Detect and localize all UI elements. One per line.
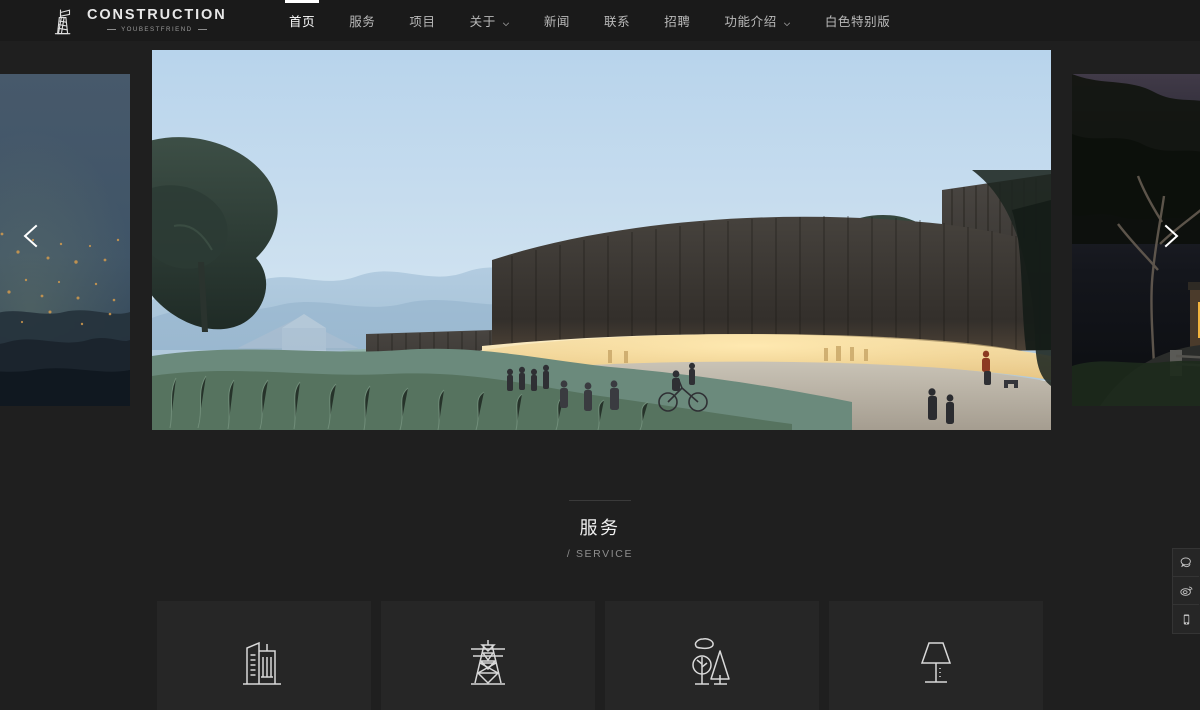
nav-item-home[interactable]: 首页 [272,0,332,41]
logo-tagline: YOUBESTFRIEND [121,25,193,33]
site-header: CONSTRUCTION YOUBESTFRIEND 首页 服务 项目 关于 新… [0,0,1200,41]
dock-weibo-button[interactable] [1173,577,1199,605]
nav-label: 功能介绍 [724,15,777,29]
nav-label: 首页 [289,15,316,29]
dock-chat-button[interactable] [1173,549,1199,577]
nav-item-recruitment[interactable]: 招聘 [647,0,707,41]
weibo-icon [1179,586,1192,596]
service-card-list [157,601,1043,710]
nav-label: 新闻 [543,15,571,29]
chevron-down-icon [783,17,791,26]
main-navigation: 首页 服务 项目 关于 新闻 联系 招聘 功能介绍 白色特别版 [272,0,907,41]
service-card-landscape[interactable] [605,601,819,710]
mobile-phone-icon [1183,614,1189,624]
nav-item-projects[interactable]: 项目 [392,0,452,41]
nav-item-features[interactable]: 功能介绍 [707,0,807,41]
service-section-header: 服务 / SERVICE [0,430,1200,560]
nav-label: 关于 [469,15,496,29]
nav-item-news[interactable]: 新闻 [527,0,587,41]
service-section: 服务 / SERVICE [0,430,1200,710]
building-icon [233,631,295,693]
carousel-slide-current[interactable] [152,50,1051,430]
hero-carousel [0,41,1200,430]
dock-mobile-button[interactable] [1173,605,1199,633]
nav-label: 项目 [409,15,436,29]
chevron-left-icon [23,224,38,247]
nav-item-services[interactable]: 服务 [332,0,392,41]
chevron-right-icon [1164,224,1179,247]
logo-tagline-row: YOUBESTFRIEND [87,26,227,34]
chevron-down-icon [502,17,510,26]
logo-title: CONSTRUCTION [87,6,227,23]
table-lamp-icon [905,631,967,693]
site-logo[interactable]: CONSTRUCTION YOUBESTFRIEND [52,5,225,37]
carousel-next-button[interactable] [1151,216,1191,256]
lighthouse-icon [52,5,78,37]
chat-bubble-icon [1180,557,1191,568]
nav-item-about[interactable]: 关于 [453,0,527,41]
carousel-prev-button[interactable] [11,216,51,256]
nav-label: 白色特别版 [824,15,891,29]
section-subtitle: / SERVICE [566,548,634,560]
nav-item-contact[interactable]: 联系 [587,0,647,41]
logo-dash-left [107,29,117,30]
logo-dash-right [197,29,207,30]
nav-label: 服务 [349,15,376,29]
nav-item-white-edition[interactable]: 白色特别版 [808,0,908,41]
service-card-building[interactable] [157,601,371,710]
service-card-power-tower[interactable] [381,601,595,710]
nav-label: 招聘 [664,15,691,29]
power-tower-icon [457,631,519,693]
side-dock [1172,548,1200,634]
section-title: 服务 [579,518,621,538]
service-card-lamp[interactable] [829,601,1043,710]
landscape-tree-icon [681,631,743,693]
nav-label: 联系 [604,15,631,29]
section-divider [569,500,631,501]
